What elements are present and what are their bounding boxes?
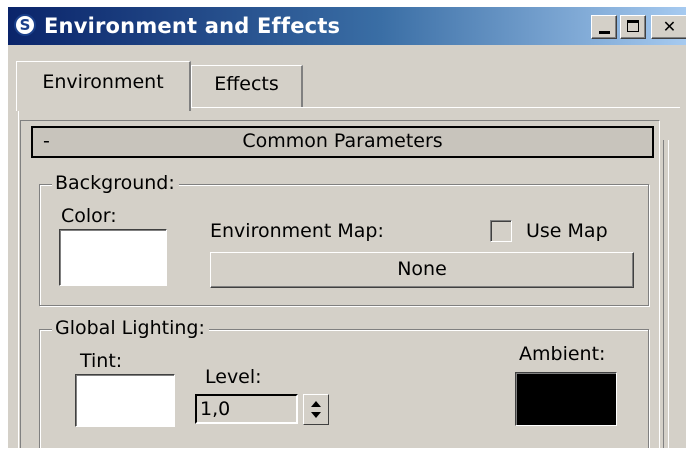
minimize-button[interactable] (591, 15, 617, 39)
rollout-title: Common Parameters (242, 130, 443, 152)
environment-map-label: Environment Map: (210, 220, 384, 242)
spinner-down-icon[interactable] (311, 412, 321, 418)
global-lighting-group-label: Global Lighting: (52, 317, 209, 339)
window-title: Environment and Effects (44, 14, 341, 38)
environment-map-button-label: None (397, 258, 447, 280)
minimize-icon (599, 31, 610, 34)
color-label: Color: (61, 205, 117, 227)
close-icon: ✕ (662, 17, 677, 36)
tab-environment-label: Environment (42, 71, 164, 93)
level-input[interactable]: 1,0 (195, 394, 298, 424)
use-map-checkbox[interactable] (490, 220, 512, 242)
level-spinner[interactable] (303, 394, 329, 425)
tint-label: Tint: (80, 350, 123, 372)
tint-color-swatch[interactable] (75, 374, 175, 427)
environment-map-button[interactable]: None (210, 252, 634, 288)
spinner-up-icon[interactable] (311, 401, 321, 407)
close-button[interactable]: ✕ (651, 15, 686, 39)
maximize-icon (627, 20, 639, 32)
maximize-button[interactable] (620, 15, 646, 39)
panel-scrollbar[interactable] (663, 140, 669, 448)
ambient-label: Ambient: (519, 343, 606, 365)
level-label: Level: (205, 366, 262, 388)
use-map-label[interactable]: Use Map (526, 220, 608, 242)
ambient-color-swatch[interactable] (515, 372, 617, 426)
tab-effects[interactable]: Effects (191, 65, 303, 107)
title-bar[interactable]: S Environment and Effects ✕ (8, 7, 686, 45)
tab-effects-label: Effects (214, 73, 279, 95)
app-logo-icon: S (14, 14, 36, 36)
rollout-header-common-parameters[interactable]: - Common Parameters (31, 126, 654, 158)
tab-environment[interactable]: Environment (16, 61, 191, 111)
background-color-swatch[interactable] (59, 229, 167, 286)
background-group-label: Background: (52, 172, 179, 194)
